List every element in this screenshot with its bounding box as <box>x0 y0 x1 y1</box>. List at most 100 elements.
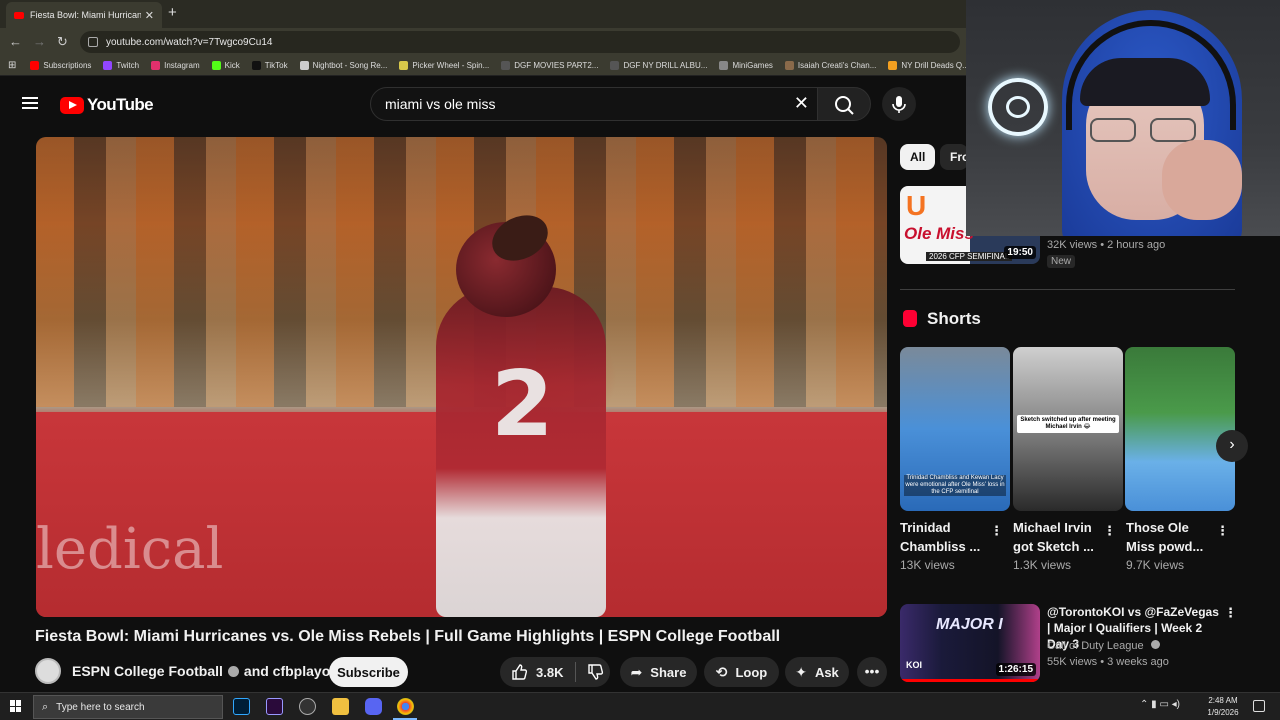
voice-search-button[interactable] <box>882 87 916 121</box>
thumbnail-text: U <box>906 190 927 221</box>
thumbs-down-icon[interactable] <box>586 663 604 681</box>
browser-tab[interactable]: Fiesta Bowl: Miami Hurricanes v ✕ <box>6 2 162 28</box>
shorts-heading: Shorts <box>927 309 981 328</box>
bookmark-icon <box>610 61 620 70</box>
short-title[interactable]: Trinidad Chambliss ... <box>900 518 986 556</box>
microphone-icon <box>892 96 906 113</box>
taskbar-search-placeholder: Type here to search <box>56 701 145 713</box>
system-tray-icons[interactable]: ⌃ ▮ ▭ ◂) <box>1140 699 1180 710</box>
clear-search-icon[interactable]: ✕ <box>794 93 809 114</box>
chrome-icon[interactable] <box>397 698 414 715</box>
video-player[interactable]: ledical 2 <box>36 137 887 617</box>
taskbar-search-box[interactable]: ⌕ Type here to search <box>33 695 223 719</box>
like-divider <box>575 662 577 682</box>
bookmark-icon <box>211 61 221 70</box>
chip-all[interactable]: All <box>900 144 936 170</box>
short-caption: Trinidad Chambliss and Kewan Lacy were e… <box>904 475 1006 496</box>
bookmark-icon <box>399 61 409 70</box>
like-dislike-group: 3.8K <box>500 657 610 687</box>
neon-sign-inner <box>1006 96 1030 118</box>
site-info-icon[interactable] <box>88 37 98 47</box>
person-hand <box>1162 140 1242 220</box>
thumbnail-text: MAJOR I <box>936 616 1003 633</box>
sparkle-icon: ✦ <box>795 663 807 680</box>
photoshop-icon[interactable] <box>233 698 250 715</box>
taskbar-clock[interactable]: 2:48 AM 1/9/2026 <box>1200 695 1246 719</box>
share-button[interactable]: ➦ Share <box>620 657 697 687</box>
bookmark-item[interactable]: DGF MOVIES PART2... <box>501 61 598 70</box>
apps-grid-icon[interactable]: ⊞ <box>8 60 16 71</box>
forward-arrow-icon[interactable]: → <box>33 34 46 49</box>
windows-start-icon[interactable] <box>10 700 22 712</box>
video-meta: 32K views • 2 hours ago <box>1047 239 1166 251</box>
short-views: 1.3K views <box>1013 558 1072 572</box>
youtube-play-icon <box>60 96 84 114</box>
subscribe-button[interactable]: Subscribe <box>329 657 408 687</box>
bookmark-item[interactable]: Kick <box>211 61 240 70</box>
like-button[interactable]: 3.8K <box>510 663 563 681</box>
back-arrow-icon[interactable]: ← <box>9 34 22 49</box>
short-title[interactable]: Michael Irvin got Sketch ... <box>1013 518 1099 556</box>
bookmark-icon <box>151 61 161 70</box>
wall-text: ledical <box>36 517 224 582</box>
bookmark-item[interactable]: NY Drill Deads Q... <box>888 61 969 70</box>
short-menu-icon[interactable]: ⋮ <box>1103 523 1116 539</box>
short-thumbnail[interactable]: Sketch switched up after meeting Michael… <box>1013 347 1123 511</box>
address-bar[interactable]: youtube.com/watch?v=7Twgco9Cu14 <box>80 31 960 53</box>
video-duration: 19:50 <box>1004 246 1036 259</box>
short-menu-icon[interactable]: ⋮ <box>1216 523 1229 539</box>
webcam-overlay <box>966 0 1280 236</box>
loop-button[interactable]: ⟲ Loop <box>704 657 779 687</box>
folder-icon <box>719 61 729 70</box>
bookmark-item[interactable]: Instagram <box>151 61 200 70</box>
search-input[interactable]: miami vs ole miss ✕ <box>370 87 818 121</box>
bookmark-icon <box>299 61 309 70</box>
video-menu-icon[interactable]: ⋮ <box>1224 605 1237 621</box>
channel-avatar[interactable] <box>35 658 61 684</box>
like-count: 3.8K <box>536 664 564 680</box>
channel-name[interactable]: ESPN College Football and cfbplayoff <box>72 663 340 679</box>
bookmark-folder[interactable]: MiniGames <box>719 61 773 70</box>
notification-icon[interactable] <box>1253 700 1265 712</box>
bookmark-item[interactable]: TikTok <box>251 61 288 70</box>
related-video-channel[interactable]: Call of Duty League <box>1047 640 1165 652</box>
short-menu-icon[interactable]: ⋮ <box>990 523 1003 539</box>
short-views: 9.7K views <box>1126 558 1185 572</box>
more-actions-button[interactable]: ••• <box>857 657 887 687</box>
collab-channel[interactable]: and cfbplayoff <box>244 663 340 679</box>
obs-icon[interactable] <box>299 698 316 715</box>
short-views: 13K views <box>900 558 955 572</box>
video-duration: 1:26:15 <box>995 663 1036 676</box>
tab-title: Fiesta Bowl: Miami Hurricanes v <box>30 10 141 20</box>
verified-check-icon <box>227 665 239 677</box>
bookmark-item[interactable]: Isaiah Creati's Chan... <box>784 61 876 70</box>
short-thumbnail[interactable]: Trinidad Chambliss and Kewan Lacy were e… <box>900 347 1010 511</box>
related-video-thumbnail[interactable]: MAJOR I KOI 1:26:15 <box>900 604 1040 682</box>
short-caption: Sketch switched up after meeting Michael… <box>1017 415 1119 433</box>
bookmark-item[interactable]: Subscriptions <box>30 61 91 70</box>
premiere-icon[interactable] <box>266 698 283 715</box>
file-explorer-icon[interactable] <box>332 698 349 715</box>
tab-close-icon[interactable]: ✕ <box>145 9 154 22</box>
youtube-logo[interactable]: YouTube <box>60 95 154 115</box>
discord-icon[interactable] <box>365 698 382 715</box>
bookmark-item[interactable]: Twitch <box>103 61 139 70</box>
verified-check-icon <box>1150 640 1160 649</box>
chip-from[interactable]: From <box>940 144 968 170</box>
short-thumbnail[interactable] <box>1125 347 1235 511</box>
short-title[interactable]: Those Ole Miss powd... <box>1126 518 1212 556</box>
bookmark-item[interactable]: Picker Wheel - Spin... <box>399 61 489 70</box>
bookmark-icon <box>888 61 898 70</box>
shorts-next-arrow-icon[interactable]: › <box>1216 430 1248 462</box>
url-text: youtube.com/watch?v=7Twgco9Cu14 <box>106 36 273 48</box>
reload-icon[interactable]: ↻ <box>57 34 68 50</box>
new-tab-button[interactable]: + <box>168 4 177 21</box>
share-icon: ➦ <box>630 663 643 680</box>
menu-icon[interactable] <box>22 97 38 109</box>
bookmark-item[interactable]: Nightbot - Song Re... <box>299 61 387 70</box>
search-icon: ⌕ <box>42 700 49 713</box>
thumbnail-badge: 2026 CFP SEMIFINAL <box>926 252 1013 261</box>
search-button[interactable] <box>817 87 871 121</box>
bookmark-item[interactable]: DGF NY DRILL ALBU... <box>610 61 707 70</box>
ask-button[interactable]: ✦ Ask <box>785 657 849 687</box>
